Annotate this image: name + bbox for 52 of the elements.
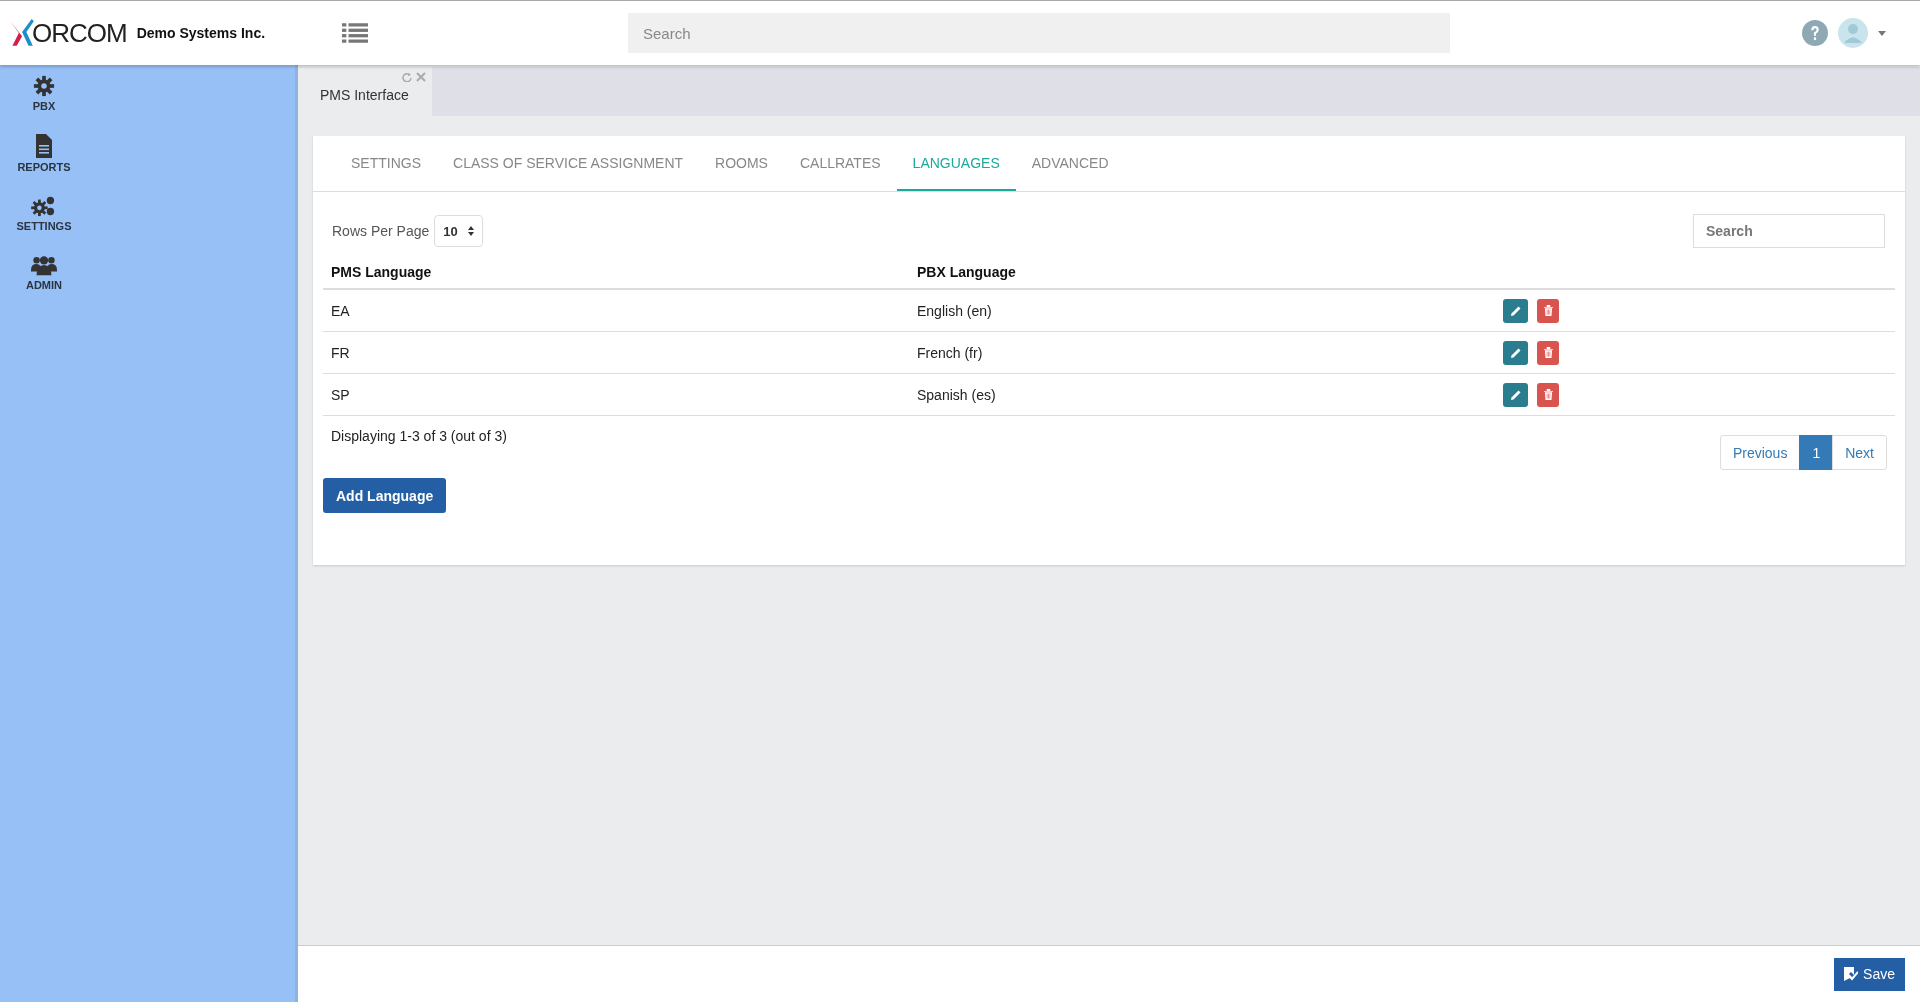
edit-button[interactable] xyxy=(1503,298,1528,323)
sidebar-item[interactable]: PBX xyxy=(0,75,88,112)
gears-icon xyxy=(31,195,57,217)
save-button[interactable]: Save xyxy=(1834,957,1905,991)
menu-icon[interactable] xyxy=(342,22,368,44)
trash-icon xyxy=(1543,305,1553,316)
table-cell: French (fr) xyxy=(909,331,1495,374)
tab[interactable]: ADVANCED xyxy=(1015,136,1125,191)
edit-button[interactable] xyxy=(1503,382,1528,407)
sidebar-item[interactable]: ADMIN xyxy=(0,254,88,291)
table-cell: English (en) xyxy=(909,289,1495,332)
gear-icon xyxy=(33,75,55,97)
caret-icon[interactable] xyxy=(1878,30,1886,36)
page-button[interactable]: 1 xyxy=(1799,435,1834,470)
logo-text: ORCOM xyxy=(32,17,127,49)
delete-button[interactable] xyxy=(1537,382,1559,407)
spinner-icon xyxy=(467,226,474,236)
tab[interactable]: CALLRATES xyxy=(783,136,897,191)
pencil-icon xyxy=(1509,388,1522,401)
page-button[interactable]: Next xyxy=(1832,435,1887,470)
delete-button[interactable] xyxy=(1537,340,1559,365)
summary-text: Displaying 1-3 of 3 (out of 3) xyxy=(331,428,507,444)
rows-per-page-label: Rows Per Page xyxy=(332,223,430,239)
tab[interactable]: LANGUAGES xyxy=(896,136,1016,191)
sidebar-item[interactable]: SETTINGS xyxy=(0,195,88,232)
tab[interactable]: CLASS OF SERVICE ASSIGNMENT xyxy=(437,136,700,191)
page-button[interactable]: Previous xyxy=(1719,435,1801,470)
column-header: PMS Language xyxy=(323,256,909,289)
tab[interactable]: SETTINGS xyxy=(335,136,437,191)
pencil-icon xyxy=(1509,304,1522,317)
table-search-field[interactable]: Search xyxy=(1693,214,1885,248)
edit-button[interactable] xyxy=(1503,340,1528,365)
table-cell: EA xyxy=(323,289,909,332)
search-field[interactable]: Search xyxy=(628,13,1450,53)
table-cell: SP xyxy=(323,373,909,416)
trash-icon xyxy=(1543,347,1553,358)
table-cell: Spanish (es) xyxy=(909,373,1495,416)
save-icon xyxy=(1844,967,1859,981)
pencil-icon xyxy=(1509,346,1522,359)
column-header: PBX Language xyxy=(909,256,1495,289)
rows-per-page-select[interactable]: 10 xyxy=(434,215,483,247)
help-icon[interactable] xyxy=(1802,20,1828,46)
document-icon xyxy=(34,134,54,158)
sidebar-item[interactable]: REPORTS xyxy=(0,134,88,173)
trash-icon xyxy=(1543,389,1553,400)
delete-button[interactable] xyxy=(1537,298,1559,323)
company-name: Demo Systems Inc. xyxy=(136,25,266,41)
tab[interactable]: ROOMS xyxy=(699,136,784,191)
add-language-button[interactable]: Add Language xyxy=(323,478,447,513)
logo-mark-icon xyxy=(8,18,34,48)
users-icon xyxy=(31,254,57,276)
table-cell: FR xyxy=(323,331,909,374)
